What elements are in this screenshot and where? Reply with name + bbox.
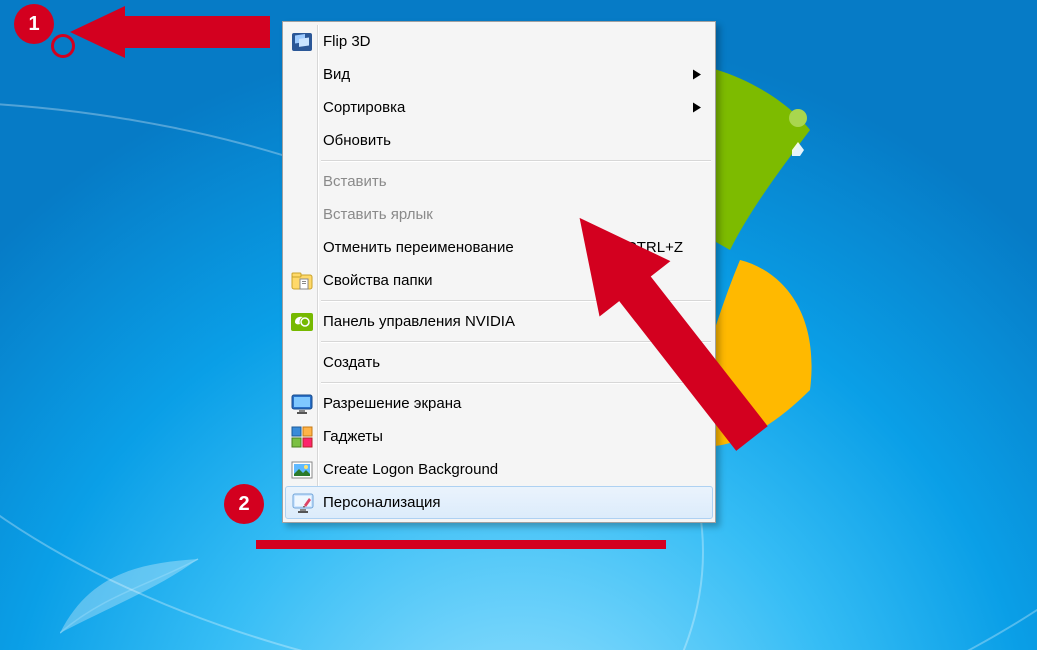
annotation-arrow-2 [530, 155, 820, 525]
annotation-step-1-number: 1 [28, 13, 39, 36]
leaf-decoration [60, 555, 200, 635]
desktop[interactable]: Flip 3D Вид Сортировка Обновить Вставить… [0, 0, 1037, 650]
monitor-icon [289, 391, 315, 417]
submenu-arrow-icon [693, 66, 701, 83]
annotation-underline [256, 540, 666, 549]
menu-item-label: Сортировка [323, 99, 713, 116]
menu-item-view[interactable]: Вид [285, 58, 713, 91]
personalize-icon [290, 490, 316, 516]
menu-item-refresh[interactable]: Обновить [285, 124, 713, 157]
submenu-arrow-icon [693, 99, 701, 116]
nvidia-icon [289, 309, 315, 335]
picture-icon [289, 457, 315, 483]
annotation-step-1-badge: 1 [14, 4, 54, 44]
menu-item-label: Вид [323, 66, 713, 83]
menu-item-label: Обновить [323, 132, 713, 149]
annotation-step-2-badge: 2 [224, 484, 264, 524]
annotation-arrow-1 [70, 6, 270, 66]
folder-properties-icon [289, 268, 315, 294]
menu-item-label: Flip 3D [323, 33, 713, 50]
gadgets-icon [289, 424, 315, 450]
flip3d-icon [289, 29, 315, 55]
menu-item-flip3d[interactable]: Flip 3D [285, 25, 713, 58]
menu-item-sort[interactable]: Сортировка [285, 91, 713, 124]
annotation-step-2-number: 2 [238, 493, 249, 516]
